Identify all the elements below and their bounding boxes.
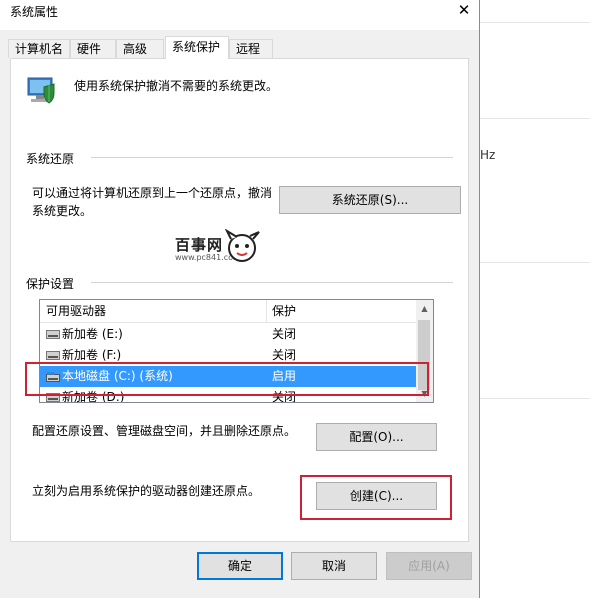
system-properties-dialog: 系统属性 ✕ 计算机名 硬件 高级 系统保护 远程 使用系统保护撤消不需要的系统… xyxy=(0,0,480,598)
drive-protection-status: 关闭 xyxy=(272,327,297,341)
system-restore-heading: 系统还原 xyxy=(26,152,75,166)
drive-row[interactable]: 新加卷 (E:) 关闭 xyxy=(40,324,416,345)
drive-protection-status: 关闭 xyxy=(272,390,297,403)
system-restore-button[interactable]: 系统还原(S)... xyxy=(279,186,461,214)
divider xyxy=(480,262,590,263)
system-protection-panel: 使用系统保护撤消不需要的系统更改。 系统还原 可以通过将计算机还原到上一个还原点… xyxy=(10,58,469,542)
system-drive-icon xyxy=(46,372,60,382)
close-button[interactable]: ✕ xyxy=(449,0,479,21)
tab-system-protection[interactable]: 系统保护 xyxy=(165,36,229,59)
ok-button[interactable]: 确定 xyxy=(197,552,283,580)
drive-protection-status: 启用 xyxy=(272,369,297,383)
drive-row[interactable]: 新加卷 (D:) 关闭 xyxy=(40,387,416,403)
scroll-thumb[interactable] xyxy=(418,320,430,390)
shield-computer-icon xyxy=(24,73,58,107)
column-separator xyxy=(266,300,267,322)
scroll-up-icon[interactable]: ▲ xyxy=(416,300,433,317)
divider xyxy=(480,22,590,23)
configure-description: 配置还原设置、管理磁盘空间，并且删除还原点。 xyxy=(32,424,297,438)
scroll-down-icon[interactable]: ▼ xyxy=(416,385,433,402)
close-icon: ✕ xyxy=(457,1,471,19)
drive-name: 新加卷 (E:) xyxy=(62,327,123,341)
configure-button[interactable]: 配置(O)... xyxy=(316,423,437,451)
drive-icon xyxy=(46,330,60,339)
column-header-drive[interactable]: 可用驱动器 xyxy=(46,300,106,322)
divider xyxy=(480,398,590,399)
drive-list-header: 可用驱动器 保护 xyxy=(40,300,416,323)
title-bar: 系统属性 ✕ xyxy=(0,0,479,30)
drive-list-scrollbar[interactable]: ▲ ▼ xyxy=(416,300,433,402)
cancel-button[interactable]: 取消 xyxy=(291,552,377,580)
background-window: Hz xyxy=(480,0,590,598)
drive-icon xyxy=(46,351,60,360)
tab-advanced[interactable]: 高级 xyxy=(116,39,164,58)
tab-hardware[interactable]: 硬件 xyxy=(70,39,116,58)
drive-protection-status: 关闭 xyxy=(272,348,297,362)
drive-name: 新加卷 (F:) xyxy=(62,348,122,362)
dialog-title: 系统属性 xyxy=(10,5,59,19)
create-button[interactable]: 创建(C)... xyxy=(316,482,437,510)
drive-list[interactable]: 可用驱动器 保护 新加卷 (E:) 关闭 新加卷 (F:) 关闭 本地磁盘 (C… xyxy=(39,299,434,403)
divider xyxy=(91,157,453,158)
drive-name: 本地磁盘 (C:) (系统) xyxy=(62,369,173,383)
tab-remote[interactable]: 远程 xyxy=(229,39,273,58)
drive-row-selected[interactable]: 本地磁盘 (C:) (系统) 启用 xyxy=(40,366,416,387)
divider xyxy=(91,282,453,283)
column-header-protection[interactable]: 保护 xyxy=(272,300,296,322)
background-text-fragment: Hz xyxy=(480,148,496,162)
tab-computer-name[interactable]: 计算机名 xyxy=(8,39,70,58)
drive-name: 新加卷 (D:) xyxy=(62,390,125,403)
apply-button[interactable]: 应用(A) xyxy=(386,552,472,580)
drive-icon xyxy=(46,393,60,402)
drive-row[interactable]: 新加卷 (F:) 关闭 xyxy=(40,345,416,366)
intro-text: 使用系统保护撤消不需要的系统更改。 xyxy=(74,79,279,93)
restore-description-line2: 系统更改。 xyxy=(32,204,93,218)
restore-description-line1: 可以通过将计算机还原到上一个还原点，撤消 xyxy=(32,186,273,200)
create-description: 立刻为启用系统保护的驱动器创建还原点。 xyxy=(32,484,261,498)
mascot-icon xyxy=(224,229,260,262)
protection-settings-heading: 保护设置 xyxy=(26,277,75,291)
divider xyxy=(480,118,590,119)
